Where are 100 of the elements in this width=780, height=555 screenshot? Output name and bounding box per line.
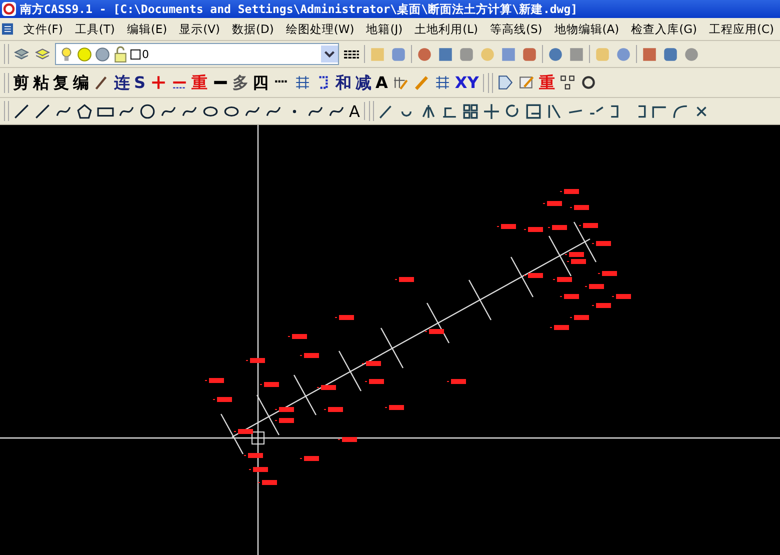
elevation-point-marker bbox=[543, 201, 562, 206]
cross-section-line bbox=[293, 374, 317, 416]
array-icon[interactable] bbox=[462, 102, 479, 120]
elevation-point-marker bbox=[244, 453, 263, 458]
elevation-point-marker bbox=[560, 294, 579, 299]
tag-icon[interactable] bbox=[496, 74, 514, 91]
document-icon[interactable] bbox=[2, 22, 14, 36]
text-tool-button[interactable]: 减 bbox=[356, 72, 372, 92]
layer-dropdown[interactable]: 0 bbox=[55, 43, 339, 65]
cross-section-line bbox=[573, 222, 597, 262]
text-tool-button[interactable]: 多 bbox=[232, 72, 249, 92]
elevation-point-marker bbox=[362, 361, 381, 366]
elevation-point-marker bbox=[249, 467, 268, 472]
stretch-icon[interactable] bbox=[546, 102, 563, 120]
elevation-point-marker bbox=[246, 358, 265, 363]
menu-item[interactable]: 工程应用(C) bbox=[702, 22, 780, 36]
edit-icon[interactable] bbox=[518, 74, 535, 91]
text-tool-button[interactable]: 粘 bbox=[33, 72, 49, 92]
layer-name: 0 bbox=[142, 48, 150, 60]
text-tool-button[interactable]: 重 bbox=[538, 72, 555, 92]
menu-item[interactable]: 数据(D) bbox=[226, 22, 280, 36]
elevation-point-marker bbox=[592, 241, 611, 246]
menu-item[interactable]: 土地利用(L) bbox=[408, 22, 484, 36]
cross-section-line bbox=[380, 328, 404, 368]
elevation-point-marker bbox=[300, 456, 319, 461]
menu-item[interactable]: 显示(V) bbox=[173, 22, 226, 36]
menu-item[interactable]: 等高线(S) bbox=[484, 22, 548, 36]
menu-item[interactable]: 地籍(J) bbox=[360, 22, 409, 36]
elevation-point-marker bbox=[570, 315, 589, 320]
nodes-icon[interactable] bbox=[558, 74, 576, 91]
app-logo-icon bbox=[2, 2, 16, 16]
plus-icon[interactable] bbox=[150, 74, 167, 91]
elevation-point-marker bbox=[338, 437, 357, 442]
cross-section-line bbox=[510, 256, 534, 298]
cross-section-line bbox=[468, 280, 492, 320]
mirror-icon[interactable] bbox=[420, 102, 437, 120]
text-tool-button[interactable]: 编 bbox=[73, 72, 89, 92]
elevation-point-marker bbox=[612, 294, 631, 299]
elevation-point-marker bbox=[365, 379, 384, 384]
circle-icon[interactable] bbox=[139, 102, 156, 120]
text-tool-button[interactable]: 复 bbox=[53, 72, 69, 92]
elevation-point-marker bbox=[497, 224, 516, 229]
elevation-point-marker bbox=[300, 353, 319, 358]
cross-section-line bbox=[338, 350, 362, 392]
elevation-point-marker bbox=[335, 315, 354, 320]
window-title: 南方CASS9.1 - [C:\Documents and Settings\Administrator\桌面\断面法土方计算\新建.dwg] bbox=[20, 2, 578, 16]
elevation-point-marker bbox=[598, 271, 617, 276]
cross-section-line bbox=[426, 302, 450, 344]
elevation-point-marker bbox=[579, 223, 598, 228]
line-icon[interactable] bbox=[34, 102, 51, 120]
text-tool-button[interactable]: S bbox=[134, 72, 146, 92]
text-tool-button[interactable]: 四 bbox=[252, 72, 269, 92]
elevation-point-marker bbox=[570, 205, 589, 210]
elevation-point-marker bbox=[567, 259, 586, 264]
text-tool-button[interactable]: A bbox=[376, 72, 388, 92]
cross-section-line bbox=[220, 414, 244, 454]
elevation-point-marker bbox=[592, 303, 611, 308]
text-tool-button[interactable]: 重 bbox=[192, 72, 208, 92]
elevation-point-marker bbox=[317, 385, 336, 390]
hatch-pencil-icon[interactable] bbox=[392, 74, 409, 91]
elevation-point-marker bbox=[275, 418, 294, 423]
lock-icon bbox=[112, 46, 129, 62]
color-swatch-icon bbox=[130, 48, 141, 60]
elevation-point-marker bbox=[447, 379, 466, 384]
elevation-point-marker bbox=[425, 329, 444, 334]
elevation-point-marker bbox=[548, 225, 567, 230]
elevation-point-marker bbox=[565, 252, 584, 257]
elevation-point-marker bbox=[205, 378, 224, 383]
scale-icon[interactable] bbox=[524, 102, 542, 120]
menu-item[interactable]: 检查入库(G) bbox=[625, 22, 703, 36]
polygon-icon[interactable] bbox=[76, 102, 93, 120]
elevation-point-marker bbox=[260, 382, 279, 387]
elevation-point-marker bbox=[275, 407, 294, 412]
menu-item[interactable]: 绘图处理(W) bbox=[280, 22, 360, 36]
elevation-point-marker bbox=[213, 397, 232, 402]
elevation-point-marker bbox=[524, 273, 543, 278]
cross-section-line bbox=[256, 394, 280, 436]
elevation-point-marker bbox=[395, 277, 414, 282]
text-tool-button[interactable]: 剪 bbox=[13, 72, 29, 92]
elevation-point-marker bbox=[288, 334, 307, 339]
text-tool-button[interactable]: XY bbox=[454, 72, 479, 92]
text-tool-button[interactable]: A bbox=[349, 102, 360, 120]
sun-icon bbox=[76, 46, 93, 62]
elevation-point-marker bbox=[385, 405, 404, 410]
cross-section-line bbox=[548, 236, 572, 276]
elevation-point-marker bbox=[550, 325, 569, 330]
menu-item[interactable]: 地物编辑(A) bbox=[548, 22, 626, 36]
menu-item[interactable]: 文件(F) bbox=[17, 22, 69, 36]
elevation-point-marker bbox=[553, 277, 572, 282]
elevation-point-marker bbox=[560, 189, 579, 194]
line-icon[interactable] bbox=[13, 102, 30, 120]
elevation-point-marker bbox=[234, 429, 253, 434]
elevation-point-marker bbox=[324, 407, 343, 412]
menu-item[interactable]: 工具(T) bbox=[68, 22, 121, 36]
text-tool-button[interactable]: 和 bbox=[336, 72, 352, 92]
fillet-icon[interactable] bbox=[672, 102, 689, 120]
elevation-point-marker bbox=[585, 284, 604, 289]
menu-item[interactable]: 编辑(E) bbox=[120, 22, 174, 36]
text-tool-button[interactable]: 连 bbox=[114, 72, 130, 92]
elevation-point-marker bbox=[258, 480, 277, 485]
